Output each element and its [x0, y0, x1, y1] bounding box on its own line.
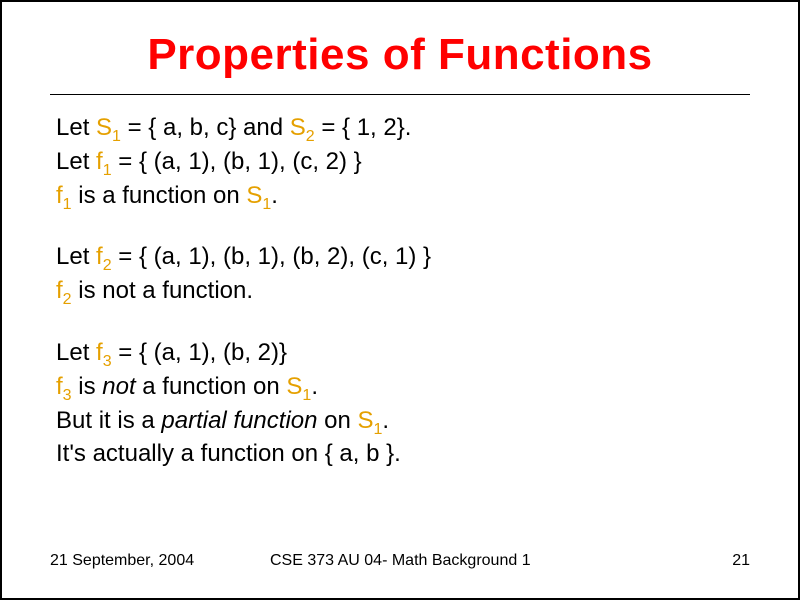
block2-line1: Let f2 = { (a, 1), (b, 1), (b, 2), (c, 1… — [56, 242, 750, 276]
sym-sub: 1 — [103, 162, 112, 179]
sym-letter: f — [56, 373, 63, 400]
title-divider — [50, 94, 750, 95]
sym-sub: 1 — [302, 387, 311, 404]
text: = { (a, 1), (b, 1), (c, 2) } — [112, 148, 362, 175]
sym-sub: 3 — [63, 387, 72, 404]
text: . — [382, 407, 389, 434]
sym-sub: 2 — [63, 291, 72, 308]
text: is — [72, 373, 103, 400]
sym-letter: f — [56, 277, 63, 304]
block3-line3: But it is a partial function on S1. — [56, 406, 750, 440]
block3-line1: Let f3 = { (a, 1), (b, 2)} — [56, 338, 750, 372]
sym-sub: 1 — [112, 128, 121, 145]
sym-letter: f — [56, 182, 63, 209]
sym-letter: S — [246, 182, 262, 209]
symbol-f1: f1 — [56, 182, 72, 209]
text: = { (a, 1), (b, 1), (b, 2), (c, 1) } — [112, 243, 431, 270]
symbol-S1: S1 — [358, 407, 383, 434]
footer-date: 21 September, 2004 — [50, 552, 250, 570]
text: is not a function. — [72, 277, 253, 304]
symbol-S2: S2 — [290, 114, 315, 141]
symbol-f2: f2 — [56, 277, 72, 304]
text: But it is a — [56, 407, 161, 434]
sym-letter: S — [96, 114, 112, 141]
text: on — [317, 407, 357, 434]
block1-line1: Let S1 = { a, b, c} and S2 = { 1, 2}. — [56, 113, 750, 147]
text: = { 1, 2}. — [315, 114, 412, 141]
block-3: Let f3 = { (a, 1), (b, 2)} f3 is not a f… — [56, 338, 750, 469]
symbol-f1: f1 — [96, 148, 112, 175]
sym-letter: f — [96, 243, 103, 270]
sym-letter: f — [96, 148, 103, 175]
block3-line4: It's actually a function on { a, b }. — [56, 439, 750, 469]
symbol-S1: S1 — [246, 182, 271, 209]
sym-letter: S — [286, 373, 302, 400]
text: Let — [56, 243, 96, 270]
block3-line2: f3 is not a function on S1. — [56, 372, 750, 406]
symbol-S1: S1 — [96, 114, 121, 141]
text: a function on — [136, 373, 287, 400]
footer-page-number: 21 — [690, 552, 750, 570]
sym-letter: f — [96, 339, 103, 366]
slide: Properties of Functions Let S1 = { a, b,… — [0, 0, 800, 600]
sym-sub: 1 — [262, 195, 271, 212]
text: is a function on — [72, 182, 247, 209]
text: . — [311, 373, 318, 400]
symbol-f2: f2 — [96, 243, 112, 270]
sym-sub: 1 — [63, 195, 72, 212]
text: Let — [56, 114, 96, 141]
sym-sub: 2 — [306, 128, 315, 145]
symbol-f3: f3 — [56, 373, 72, 400]
text: Let — [56, 148, 96, 175]
text: = { a, b, c} and — [121, 114, 290, 141]
text: . — [271, 182, 278, 209]
slide-title: Properties of Functions — [50, 30, 750, 80]
text: = { (a, 1), (b, 2)} — [112, 339, 287, 366]
symbol-S1: S1 — [286, 373, 311, 400]
sym-letter: S — [290, 114, 306, 141]
slide-footer: 21 September, 2004 CSE 373 AU 04- Math B… — [50, 552, 750, 570]
block-1: Let S1 = { a, b, c} and S2 = { 1, 2}. Le… — [56, 113, 750, 214]
text: Let — [56, 339, 96, 366]
sym-letter: S — [358, 407, 374, 434]
block1-line3: f1 is a function on S1. — [56, 181, 750, 215]
sym-sub: 2 — [103, 257, 112, 274]
block-2: Let f2 = { (a, 1), (b, 1), (b, 2), (c, 1… — [56, 242, 750, 310]
footer-course: CSE 373 AU 04- Math Background 1 — [250, 552, 690, 570]
emph-partial-function: partial function — [161, 407, 317, 434]
sym-sub: 3 — [103, 353, 112, 370]
emph-not: not — [102, 373, 135, 400]
block1-line2: Let f1 = { (a, 1), (b, 1), (c, 2) } — [56, 147, 750, 181]
block2-line2: f2 is not a function. — [56, 276, 750, 310]
slide-content: Let S1 = { a, b, c} and S2 = { 1, 2}. Le… — [50, 113, 750, 469]
symbol-f3: f3 — [96, 339, 112, 366]
